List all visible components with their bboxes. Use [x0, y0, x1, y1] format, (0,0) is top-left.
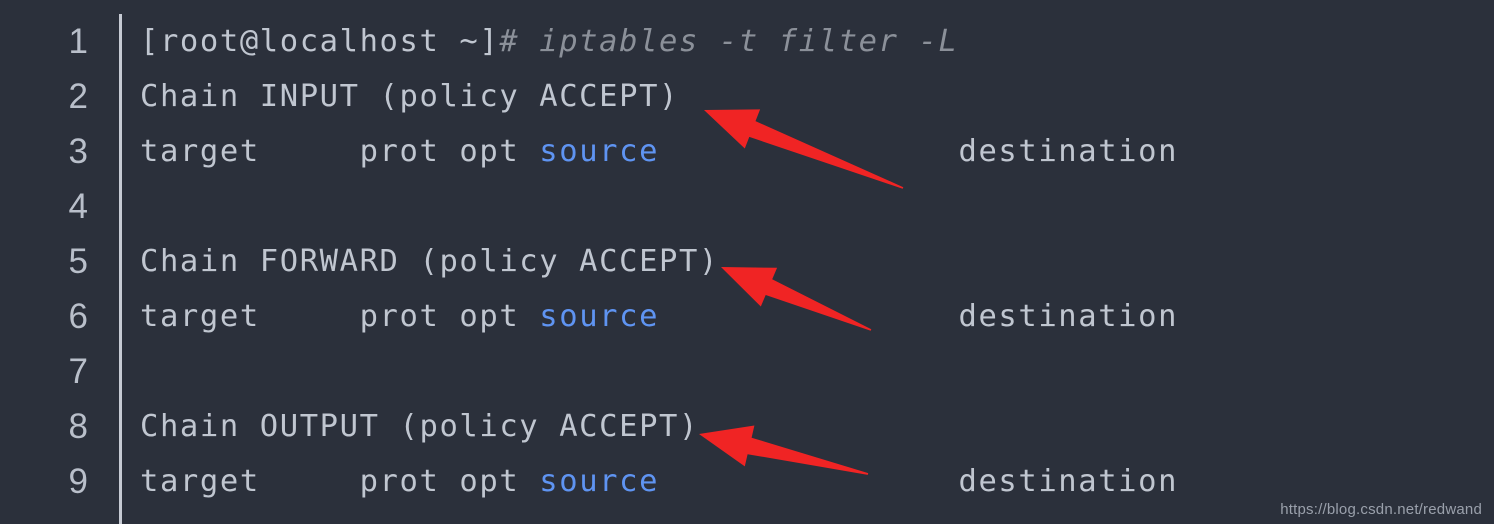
line-number-5: 5: [68, 242, 88, 281]
code-token-text: Chain OUTPUT (policy ACCEPT): [140, 409, 699, 444]
gutter-divider: [119, 14, 122, 524]
line-number-7: 7: [68, 352, 88, 391]
code-line-1: [root@localhost ~]# iptables -t filter -…: [140, 14, 958, 69]
code-token-text: target prot opt: [140, 134, 540, 169]
code-line-6: target prot opt source destination: [140, 289, 1178, 344]
code-screenshot: 1 2 3 4 5 6 7 8 9 [root@localhost ~]# ip…: [0, 0, 1494, 524]
code-line-8: Chain OUTPUT (policy ACCEPT): [140, 399, 699, 454]
code-token-keyword: source: [539, 134, 660, 169]
line-number-6: 6: [68, 297, 88, 336]
line-number-1: 1: [68, 22, 88, 61]
code-token-text: Chain INPUT (policy ACCEPT): [140, 79, 679, 114]
code-line-2: Chain INPUT (policy ACCEPT): [140, 69, 679, 124]
code-token-text: target prot opt: [140, 299, 540, 334]
line-number-4: 4: [68, 187, 88, 226]
code-token-comment: # iptables -t filter -L: [499, 24, 959, 59]
code-token-text: destination: [659, 464, 1179, 499]
code-token-text: target prot opt: [140, 464, 540, 499]
code-line-5: Chain FORWARD (policy ACCEPT): [140, 234, 719, 289]
line-number-9: 9: [68, 462, 88, 501]
line-number-8: 8: [68, 407, 88, 446]
line-number-gutter: 1 2 3 4 5 6 7 8 9: [0, 0, 122, 524]
code-token-text: [root@localhost ~]: [140, 24, 500, 59]
code-token-text: destination: [659, 299, 1179, 334]
code-token-keyword: source: [539, 464, 660, 499]
code-token-text: Chain FORWARD (policy ACCEPT): [140, 244, 719, 279]
code-content[interactable]: [root@localhost ~]# iptables -t filter -…: [140, 0, 1494, 524]
code-token-keyword: source: [539, 299, 660, 334]
watermark: https://blog.csdn.net/redwand: [1280, 501, 1482, 518]
line-number-3: 3: [68, 132, 88, 171]
code-line-3: target prot opt source destination: [140, 124, 1178, 179]
code-line-9: target prot opt source destination: [140, 454, 1178, 509]
code-token-text: destination: [659, 134, 1179, 169]
line-number-2: 2: [68, 77, 88, 116]
